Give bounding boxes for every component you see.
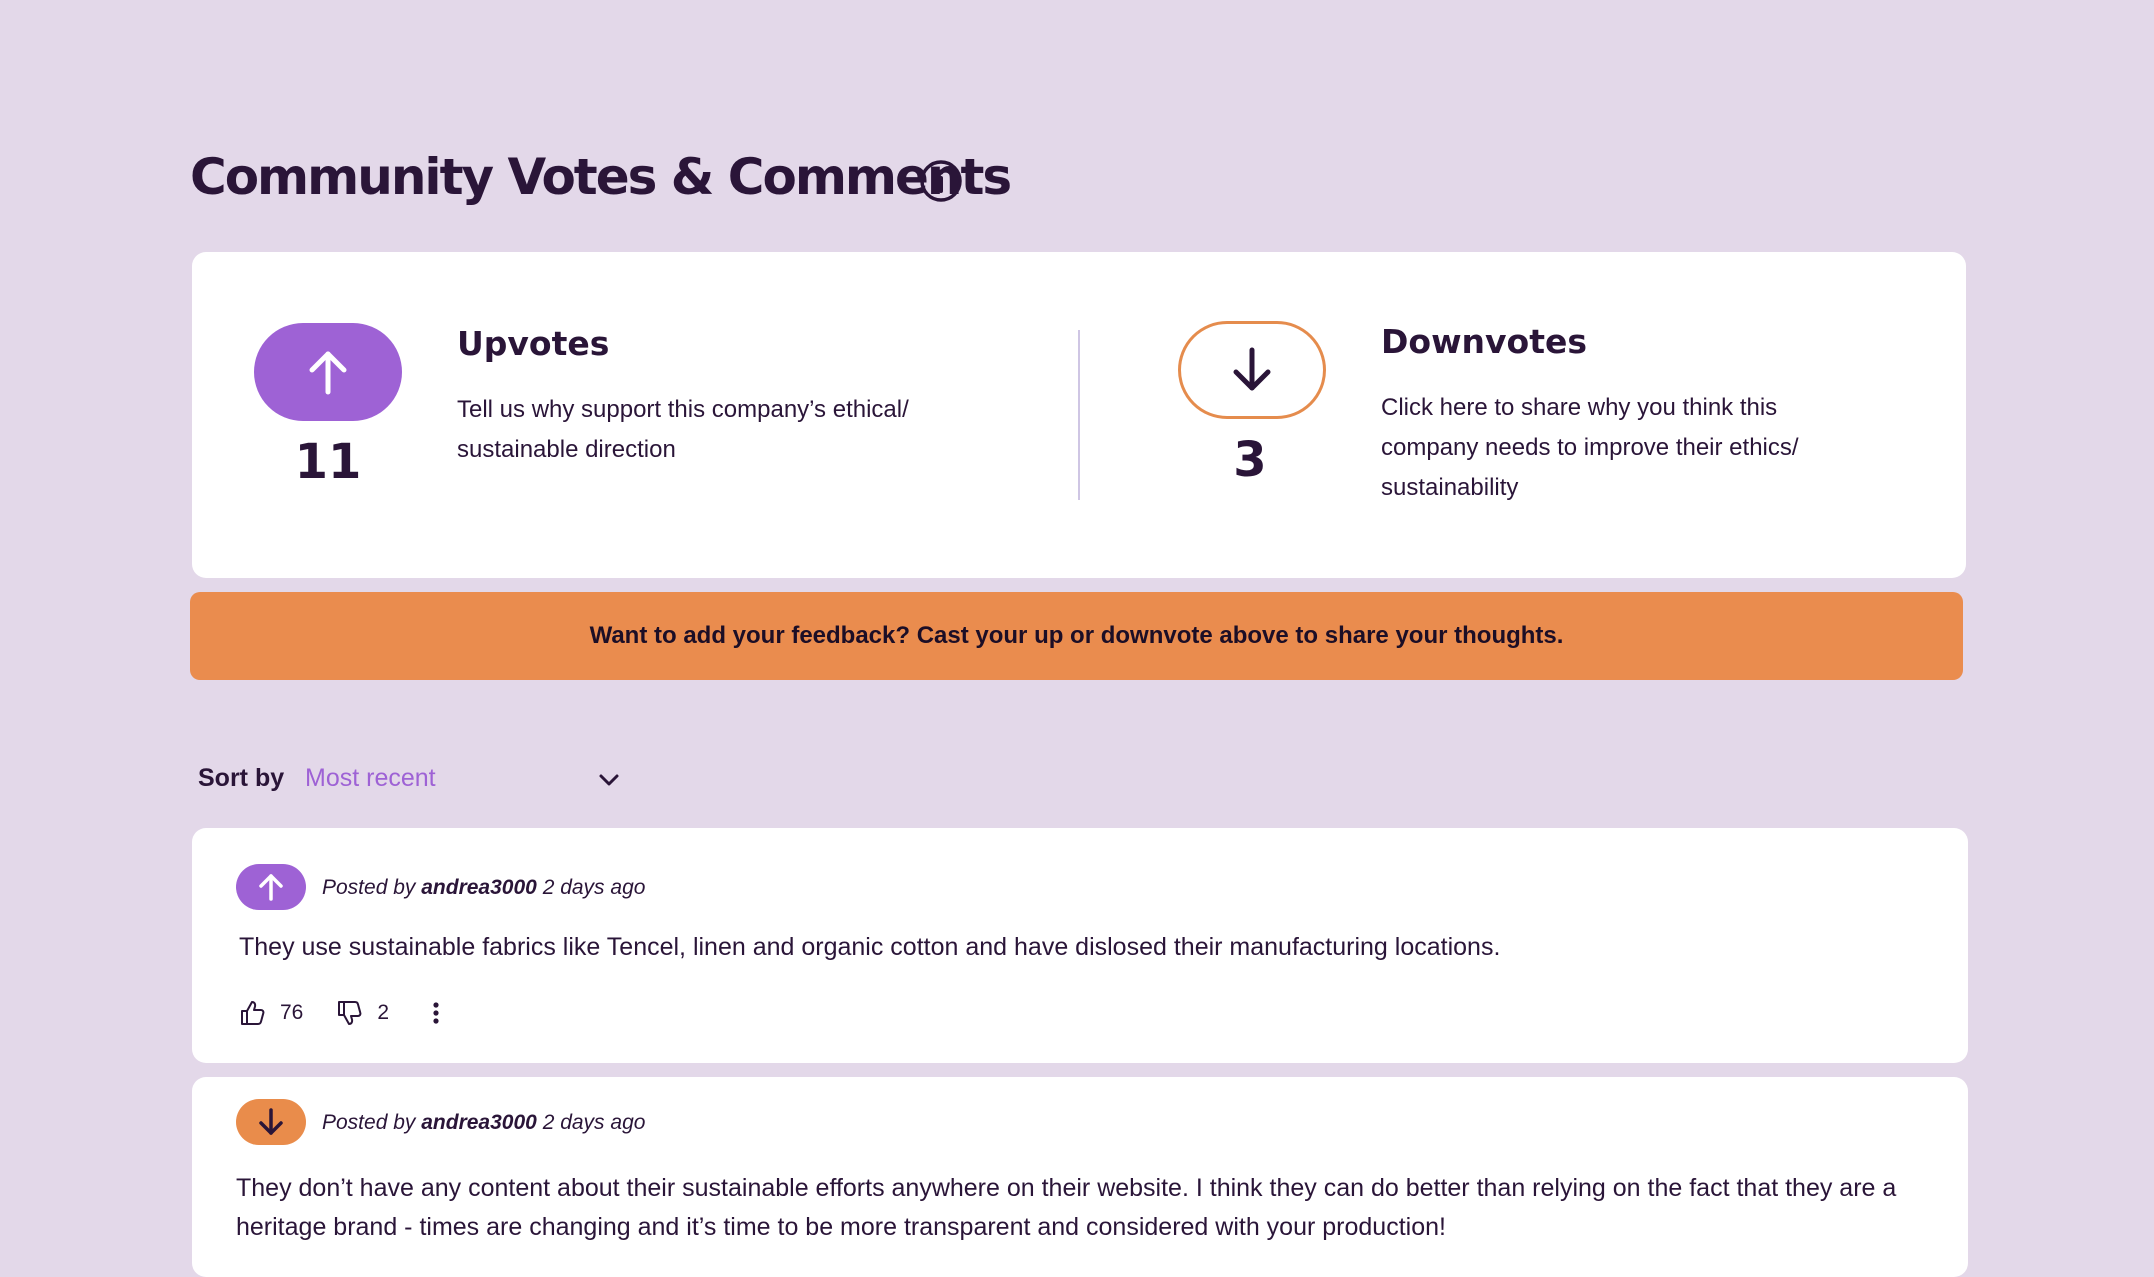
posted-by-label: Posted by — [322, 876, 416, 899]
comment-card: Posted by andrea3000 2 days ago They use… — [192, 828, 1968, 1063]
comment-time: 2 days ago — [542, 1111, 646, 1134]
vote-divider — [1078, 330, 1080, 500]
comment-meta: Posted by andrea3000 2 days ago — [322, 1111, 645, 1135]
comment-author[interactable]: andrea3000 — [421, 876, 537, 899]
upvote-badge — [236, 864, 306, 910]
comment-meta: Posted by andrea3000 2 days ago — [322, 876, 645, 900]
arrow-up-icon — [259, 874, 283, 901]
comment-text: They don’t have any content about their … — [236, 1174, 1897, 1241]
dislike-count: 2 — [377, 1001, 390, 1024]
upvotes-heading: Upvotes — [457, 324, 610, 363]
like-button[interactable]: 76 — [238, 999, 303, 1027]
upvote-button[interactable] — [254, 323, 402, 421]
downvote-badge — [236, 1099, 306, 1145]
dislike-button[interactable]: 2 — [335, 999, 389, 1027]
feedback-banner: Want to add your feedback? Cast your up … — [190, 592, 1963, 680]
downvote-count: 3 — [1233, 432, 1267, 488]
comment-actions: 76 2 — [238, 993, 441, 1033]
comment-author[interactable]: andrea3000 — [421, 1111, 537, 1134]
posted-by-label: Posted by — [322, 1111, 416, 1134]
vote-summary-card: 11 Upvotes Tell us why support this comp… — [192, 252, 1966, 578]
like-count: 76 — [280, 1001, 304, 1024]
chevron-down-icon — [599, 774, 619, 786]
arrow-down-icon — [1233, 347, 1271, 391]
sort-selected-value: Most recent — [305, 764, 436, 792]
info-circle-icon[interactable] — [918, 158, 964, 204]
downvotes-description: Click here to share why you think this c… — [1381, 394, 1799, 501]
downvote-button[interactable] — [1178, 321, 1326, 419]
thumbs-up-icon — [241, 1001, 265, 1025]
upvotes-description: Tell us why support this company’s ethic… — [457, 396, 909, 463]
comment-time: 2 days ago — [542, 876, 646, 899]
comment-text: They use sustainable fabrics like Tencel… — [239, 933, 1501, 961]
thumbs-down-icon — [338, 1001, 362, 1025]
arrow-down-icon — [259, 1108, 283, 1135]
comment-card: Posted by andrea3000 2 days ago They don… — [192, 1077, 1968, 1277]
upvote-count: 11 — [294, 434, 362, 490]
arrow-up-icon — [309, 351, 347, 395]
downvotes-heading: Downvotes — [1381, 322, 1588, 361]
sort-label: Sort by — [198, 764, 285, 792]
more-options-icon[interactable] — [431, 999, 441, 1027]
page-title: Community Votes & Comments — [190, 148, 1012, 206]
sort-dropdown[interactable]: Most recent — [305, 760, 621, 800]
